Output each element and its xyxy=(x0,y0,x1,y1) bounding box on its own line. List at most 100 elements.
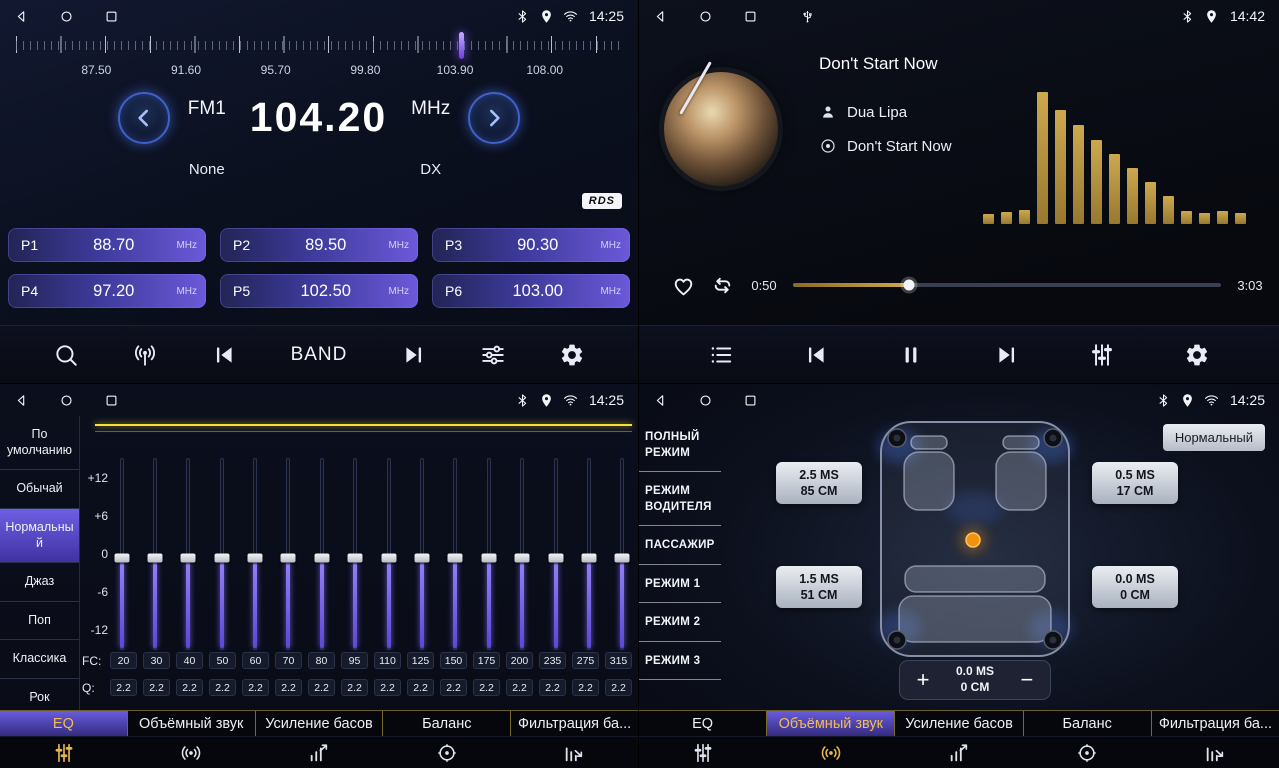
eq-sliders-icon[interactable] xyxy=(639,742,767,764)
repeat-icon[interactable] xyxy=(710,273,735,298)
recents-icon[interactable] xyxy=(743,9,758,24)
settings-gear-icon[interactable] xyxy=(1184,342,1210,368)
slider-knob[interactable] xyxy=(281,553,296,562)
back-icon[interactable] xyxy=(653,9,668,24)
frequency-indicator[interactable] xyxy=(459,32,464,59)
surround-sound-icon[interactable] xyxy=(128,742,256,764)
scan-search-icon[interactable] xyxy=(53,342,79,368)
audio-tab-3[interactable]: Баланс xyxy=(1023,711,1151,736)
back-icon[interactable] xyxy=(14,9,29,24)
audio-tab-0[interactable]: EQ xyxy=(0,711,127,736)
tune-down-button[interactable] xyxy=(118,92,170,144)
progress-slider[interactable] xyxy=(793,283,1221,287)
tune-up-button[interactable] xyxy=(468,92,520,144)
eq-band-slider-40[interactable] xyxy=(181,458,196,650)
radio-preset-p1[interactable]: P188.70MHz xyxy=(8,228,206,262)
surround-sound-icon[interactable] xyxy=(767,742,895,764)
eq-band-slider-275[interactable] xyxy=(581,458,596,650)
balance-icon[interactable] xyxy=(383,742,511,764)
crossover-icon[interactable] xyxy=(510,742,638,764)
eq-sliders-icon[interactable] xyxy=(0,742,128,764)
back-icon[interactable] xyxy=(653,393,668,408)
slider-knob[interactable] xyxy=(481,553,496,562)
settings-gear-icon[interactable] xyxy=(559,342,585,368)
eq-band-slider-50[interactable] xyxy=(214,458,229,650)
home-icon[interactable] xyxy=(698,9,713,24)
surround-mode-item[interactable]: РЕЖИМ 3 xyxy=(639,642,721,681)
slider-knob[interactable] xyxy=(581,553,596,562)
radio-preset-p2[interactable]: P289.50MHz xyxy=(220,228,418,262)
previous-station-icon[interactable] xyxy=(211,342,237,368)
eq-band-slider-315[interactable] xyxy=(615,458,630,650)
slider-knob[interactable] xyxy=(314,553,329,562)
eq-band-slider-125[interactable] xyxy=(415,458,430,650)
audio-tab-4[interactable]: Фильтрация ба... xyxy=(1151,711,1279,736)
home-icon[interactable] xyxy=(59,393,74,408)
surround-mode-item[interactable]: РЕЖИМ 1 xyxy=(639,565,721,604)
eq-band-slider-150[interactable] xyxy=(448,458,463,650)
balance-icon[interactable] xyxy=(1023,742,1151,764)
slider-knob[interactable] xyxy=(348,553,363,562)
rear-bench-seat[interactable] xyxy=(899,596,1051,642)
slider-knob[interactable] xyxy=(515,553,530,562)
audio-tab-0[interactable]: EQ xyxy=(639,711,766,736)
eq-band-slider-175[interactable] xyxy=(481,458,496,650)
audio-tab-2[interactable]: Усиление басов xyxy=(255,711,383,736)
mixer-sliders-icon[interactable] xyxy=(1089,342,1115,368)
band-button[interactable]: BAND xyxy=(291,344,348,366)
eq-band-slider-200[interactable] xyxy=(515,458,530,650)
eq-band-slider-20[interactable] xyxy=(114,458,129,650)
bass-boost-icon[interactable] xyxy=(255,742,383,764)
slider-knob[interactable] xyxy=(114,553,129,562)
eq-band-slider-30[interactable] xyxy=(147,458,162,650)
surround-mode-item[interactable]: ПАССАЖИР xyxy=(639,526,721,565)
slider-knob[interactable] xyxy=(147,553,162,562)
slider-knob[interactable] xyxy=(448,553,463,562)
playlist-icon[interactable] xyxy=(708,342,734,368)
eq-preset-item[interactable]: Классика xyxy=(0,640,79,679)
slider-knob[interactable] xyxy=(248,553,263,562)
radio-preset-p6[interactable]: P6103.00MHz xyxy=(432,274,630,308)
tone-sliders-icon[interactable] xyxy=(480,342,506,368)
slider-knob[interactable] xyxy=(181,553,196,562)
audio-tab-2[interactable]: Усиление басов xyxy=(894,711,1022,736)
next-station-icon[interactable] xyxy=(401,342,427,368)
eq-preset-item[interactable]: По умолчанию xyxy=(0,416,79,470)
eq-band-slider-80[interactable] xyxy=(314,458,329,650)
recents-icon[interactable] xyxy=(104,393,119,408)
eq-band-slider-60[interactable] xyxy=(248,458,263,650)
slider-knob[interactable] xyxy=(381,553,396,562)
next-track-icon[interactable] xyxy=(994,342,1020,368)
bass-boost-icon[interactable] xyxy=(895,742,1023,764)
audio-tab-4[interactable]: Фильтрация ба... xyxy=(510,711,638,736)
seat-front-left[interactable] xyxy=(904,452,954,510)
home-icon[interactable] xyxy=(59,9,74,24)
eq-preset-item[interactable]: Нормальный xyxy=(0,509,79,563)
delay-rear-right[interactable]: 0.0 MS 0 CM xyxy=(1092,566,1178,608)
audio-tab-1[interactable]: Объёмный звук xyxy=(766,711,894,736)
delay-front-left[interactable]: 2.5 MS 85 CM xyxy=(776,462,862,504)
eq-band-slider-70[interactable] xyxy=(281,458,296,650)
audio-tab-3[interactable]: Баланс xyxy=(382,711,510,736)
radio-preset-p4[interactable]: P497.20MHz xyxy=(8,274,206,308)
listening-position-dot[interactable] xyxy=(966,533,980,547)
surround-mode-item[interactable]: РЕЖИМ ВОДИТЕЛЯ xyxy=(639,472,721,526)
progress-knob[interactable] xyxy=(903,280,914,291)
slider-knob[interactable] xyxy=(615,553,630,562)
radio-preset-p5[interactable]: P5102.50MHz xyxy=(220,274,418,308)
delay-rear-left[interactable]: 1.5 MS 51 CM xyxy=(776,566,862,608)
radio-preset-p3[interactable]: P390.30MHz xyxy=(432,228,630,262)
seat-front-right[interactable] xyxy=(996,452,1046,510)
frequency-ruler[interactable]: 87.5091.6095.7099.80103.90108.00 xyxy=(14,36,624,84)
increase-delay-button[interactable]: + xyxy=(910,667,936,693)
eq-band-slider-110[interactable] xyxy=(381,458,396,650)
back-icon[interactable] xyxy=(14,393,29,408)
pause-icon[interactable] xyxy=(898,342,924,368)
favorite-heart-icon[interactable] xyxy=(671,273,696,298)
decrease-delay-button[interactable]: − xyxy=(1014,667,1040,693)
surround-mode-item[interactable]: ПОЛНЫЙ РЕЖИМ xyxy=(639,418,721,472)
broadcast-antenna-icon[interactable] xyxy=(132,342,158,368)
eq-band-slider-95[interactable] xyxy=(348,458,363,650)
eq-band-slider-235[interactable] xyxy=(548,458,563,650)
eq-preset-item[interactable]: Джаз xyxy=(0,563,79,602)
